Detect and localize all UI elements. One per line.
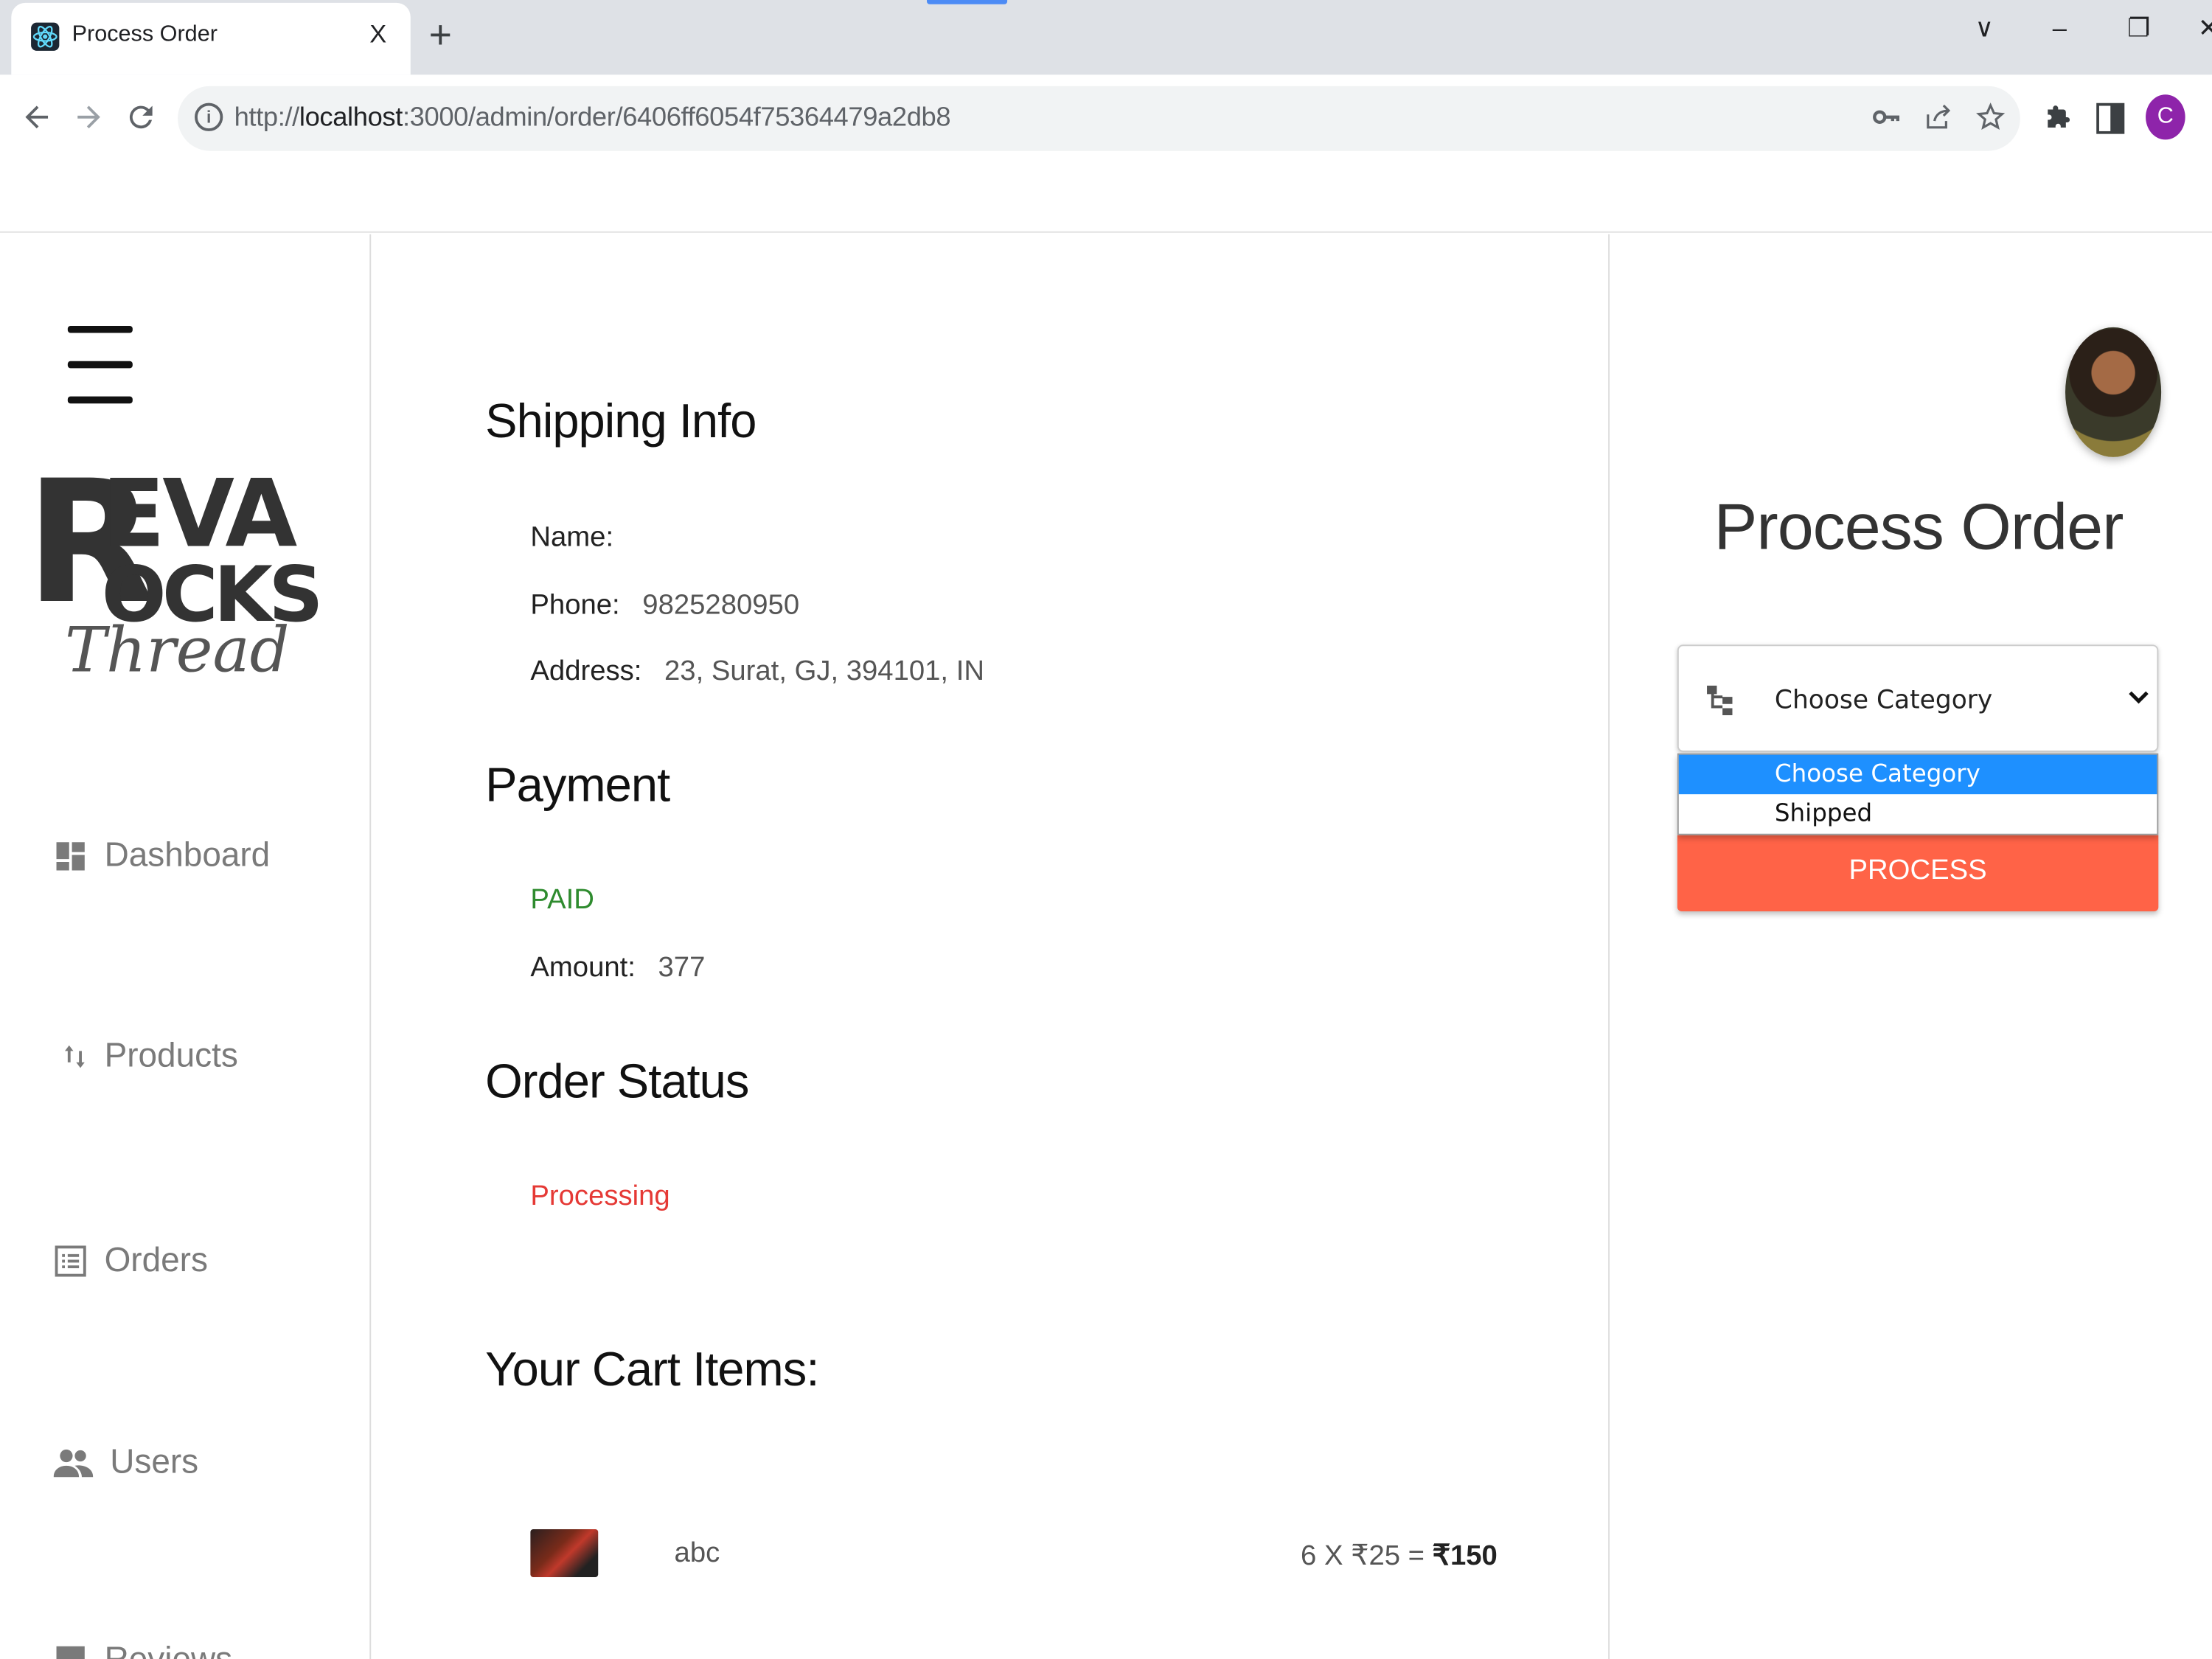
process-button[interactable]: PROCESS [1677, 835, 2159, 911]
admin-sidebar: R EVA OCKS Thread Dashboard Products Ord… [0, 234, 372, 1659]
tab-search-icon[interactable]: ∨ [1975, 14, 1994, 44]
close-window-icon[interactable]: ✕ [2198, 14, 2212, 44]
select-current-value: Choose Category [1774, 685, 1993, 716]
shipping-name-row: Name: [530, 522, 636, 554]
status-select[interactable]: Choose Category [1677, 644, 2159, 752]
import-export-icon [62, 1040, 87, 1074]
key-icon[interactable] [1871, 102, 1902, 142]
order-status-heading: Order Status [485, 1055, 749, 1109]
order-details: Shipping Info Name: Phone: 9825280950 Ad… [372, 234, 1609, 1659]
cart-item-name[interactable]: abc [675, 1537, 720, 1570]
reload-icon[interactable] [124, 100, 158, 141]
sidebar-item-label: Users [110, 1443, 199, 1481]
bookmark-star-icon[interactable] [1975, 102, 2006, 142]
payment-amount-row: Amount: 377 [530, 952, 705, 984]
cart-item-total: ₹150 [1432, 1540, 1498, 1572]
chevron-down-icon[interactable] [2129, 683, 2149, 712]
cart-items-heading: Your Cart Items: [485, 1343, 819, 1397]
react-favicon-icon [31, 22, 60, 51]
share-icon[interactable] [1923, 102, 1954, 142]
browser-toolbar: i http://localhost:3000/admin/order/6406… [0, 74, 2212, 165]
tab-close-icon[interactable]: X [369, 20, 386, 49]
name-label: Name: [530, 521, 614, 554]
amount-label: Amount: [530, 952, 636, 984]
side-panel-icon[interactable] [2096, 102, 2125, 142]
amount-value: 377 [658, 952, 706, 984]
page-header-spacer [0, 164, 2212, 233]
phone-value: 9825280950 [642, 589, 800, 621]
sidebar-item-label: Orders [104, 1241, 208, 1280]
sidebar-item-label: Reviews [105, 1641, 233, 1659]
sidebar-item-users[interactable]: Users [53, 1441, 199, 1484]
minimize-icon[interactable]: – [2053, 14, 2067, 44]
browser-tab[interactable]: Process Order X [11, 2, 411, 75]
shipping-address-row: Address: 23, Surat, GJ, 394101, IN [530, 656, 984, 689]
sidebar-item-orders[interactable]: Orders [54, 1240, 208, 1282]
tab-strip-indicator [927, 0, 1008, 4]
order-status-row: Processing [530, 1180, 669, 1213]
tab-title: Process Order [72, 22, 218, 47]
account-tree-icon [1704, 683, 1735, 717]
people-icon [53, 1446, 94, 1480]
sidebar-item-dashboard[interactable]: Dashboard [54, 835, 271, 877]
new-tab-button[interactable]: + [429, 13, 452, 56]
url-text[interactable]: http://localhost:3000/admin/order/6406ff… [234, 103, 951, 134]
cart-item-image[interactable] [530, 1528, 599, 1578]
payment-status: PAID [530, 884, 594, 916]
extensions-icon[interactable] [2042, 103, 2073, 142]
option-shipped[interactable]: Shipped [1679, 794, 2157, 834]
process-order-panel: Process Order Choose Category Choose Cat… [1608, 234, 2212, 1659]
user-avatar[interactable] [2065, 327, 2162, 457]
hamburger-menu-icon[interactable] [67, 325, 133, 408]
forward-icon[interactable] [72, 100, 106, 141]
address-bar[interactable]: i http://localhost:3000/admin/order/6406… [178, 86, 2020, 151]
address-label: Address: [530, 655, 642, 687]
payment-heading: Payment [485, 759, 670, 813]
site-info-icon[interactable]: i [195, 102, 223, 131]
order-status-value: Processing [530, 1180, 670, 1212]
process-order-title: Process Order [1714, 489, 2124, 563]
brand-logo[interactable]: R EVA OCKS Thread [25, 417, 323, 720]
rate-review-icon [54, 1644, 88, 1659]
option-choose-category[interactable]: Choose Category [1678, 754, 2157, 795]
profile-avatar[interactable]: C [2146, 94, 2185, 140]
phone-label: Phone: [530, 589, 620, 621]
shipping-info-heading: Shipping Info [485, 394, 757, 449]
shipping-phone-row: Phone: 9825280950 [530, 590, 799, 622]
sidebar-item-reviews[interactable]: Reviews [54, 1639, 232, 1659]
sidebar-item-label: Dashboard [104, 836, 271, 875]
logo-line1: EVA [101, 459, 297, 569]
logo-script: Thread [65, 615, 290, 687]
restore-icon[interactable]: ❐ [2127, 14, 2150, 44]
list-alt-icon [54, 1245, 88, 1279]
browser-tab-bar: Process Order X + ∨ – ❐ ✕ [0, 0, 2212, 75]
payment-status-row: PAID [530, 885, 594, 917]
cart-item-calc: 6 X ₹25 = ₹150 [1301, 1540, 1498, 1572]
dashboard-icon [54, 839, 88, 873]
status-dropdown-list: Choose Category Shipped [1677, 753, 2159, 835]
address-value: 23, Surat, GJ, 394101, IN [664, 655, 984, 687]
back-icon[interactable] [20, 100, 54, 141]
sidebar-item-label: Products [104, 1037, 238, 1075]
sidebar-item-products[interactable]: Products [62, 1035, 238, 1077]
